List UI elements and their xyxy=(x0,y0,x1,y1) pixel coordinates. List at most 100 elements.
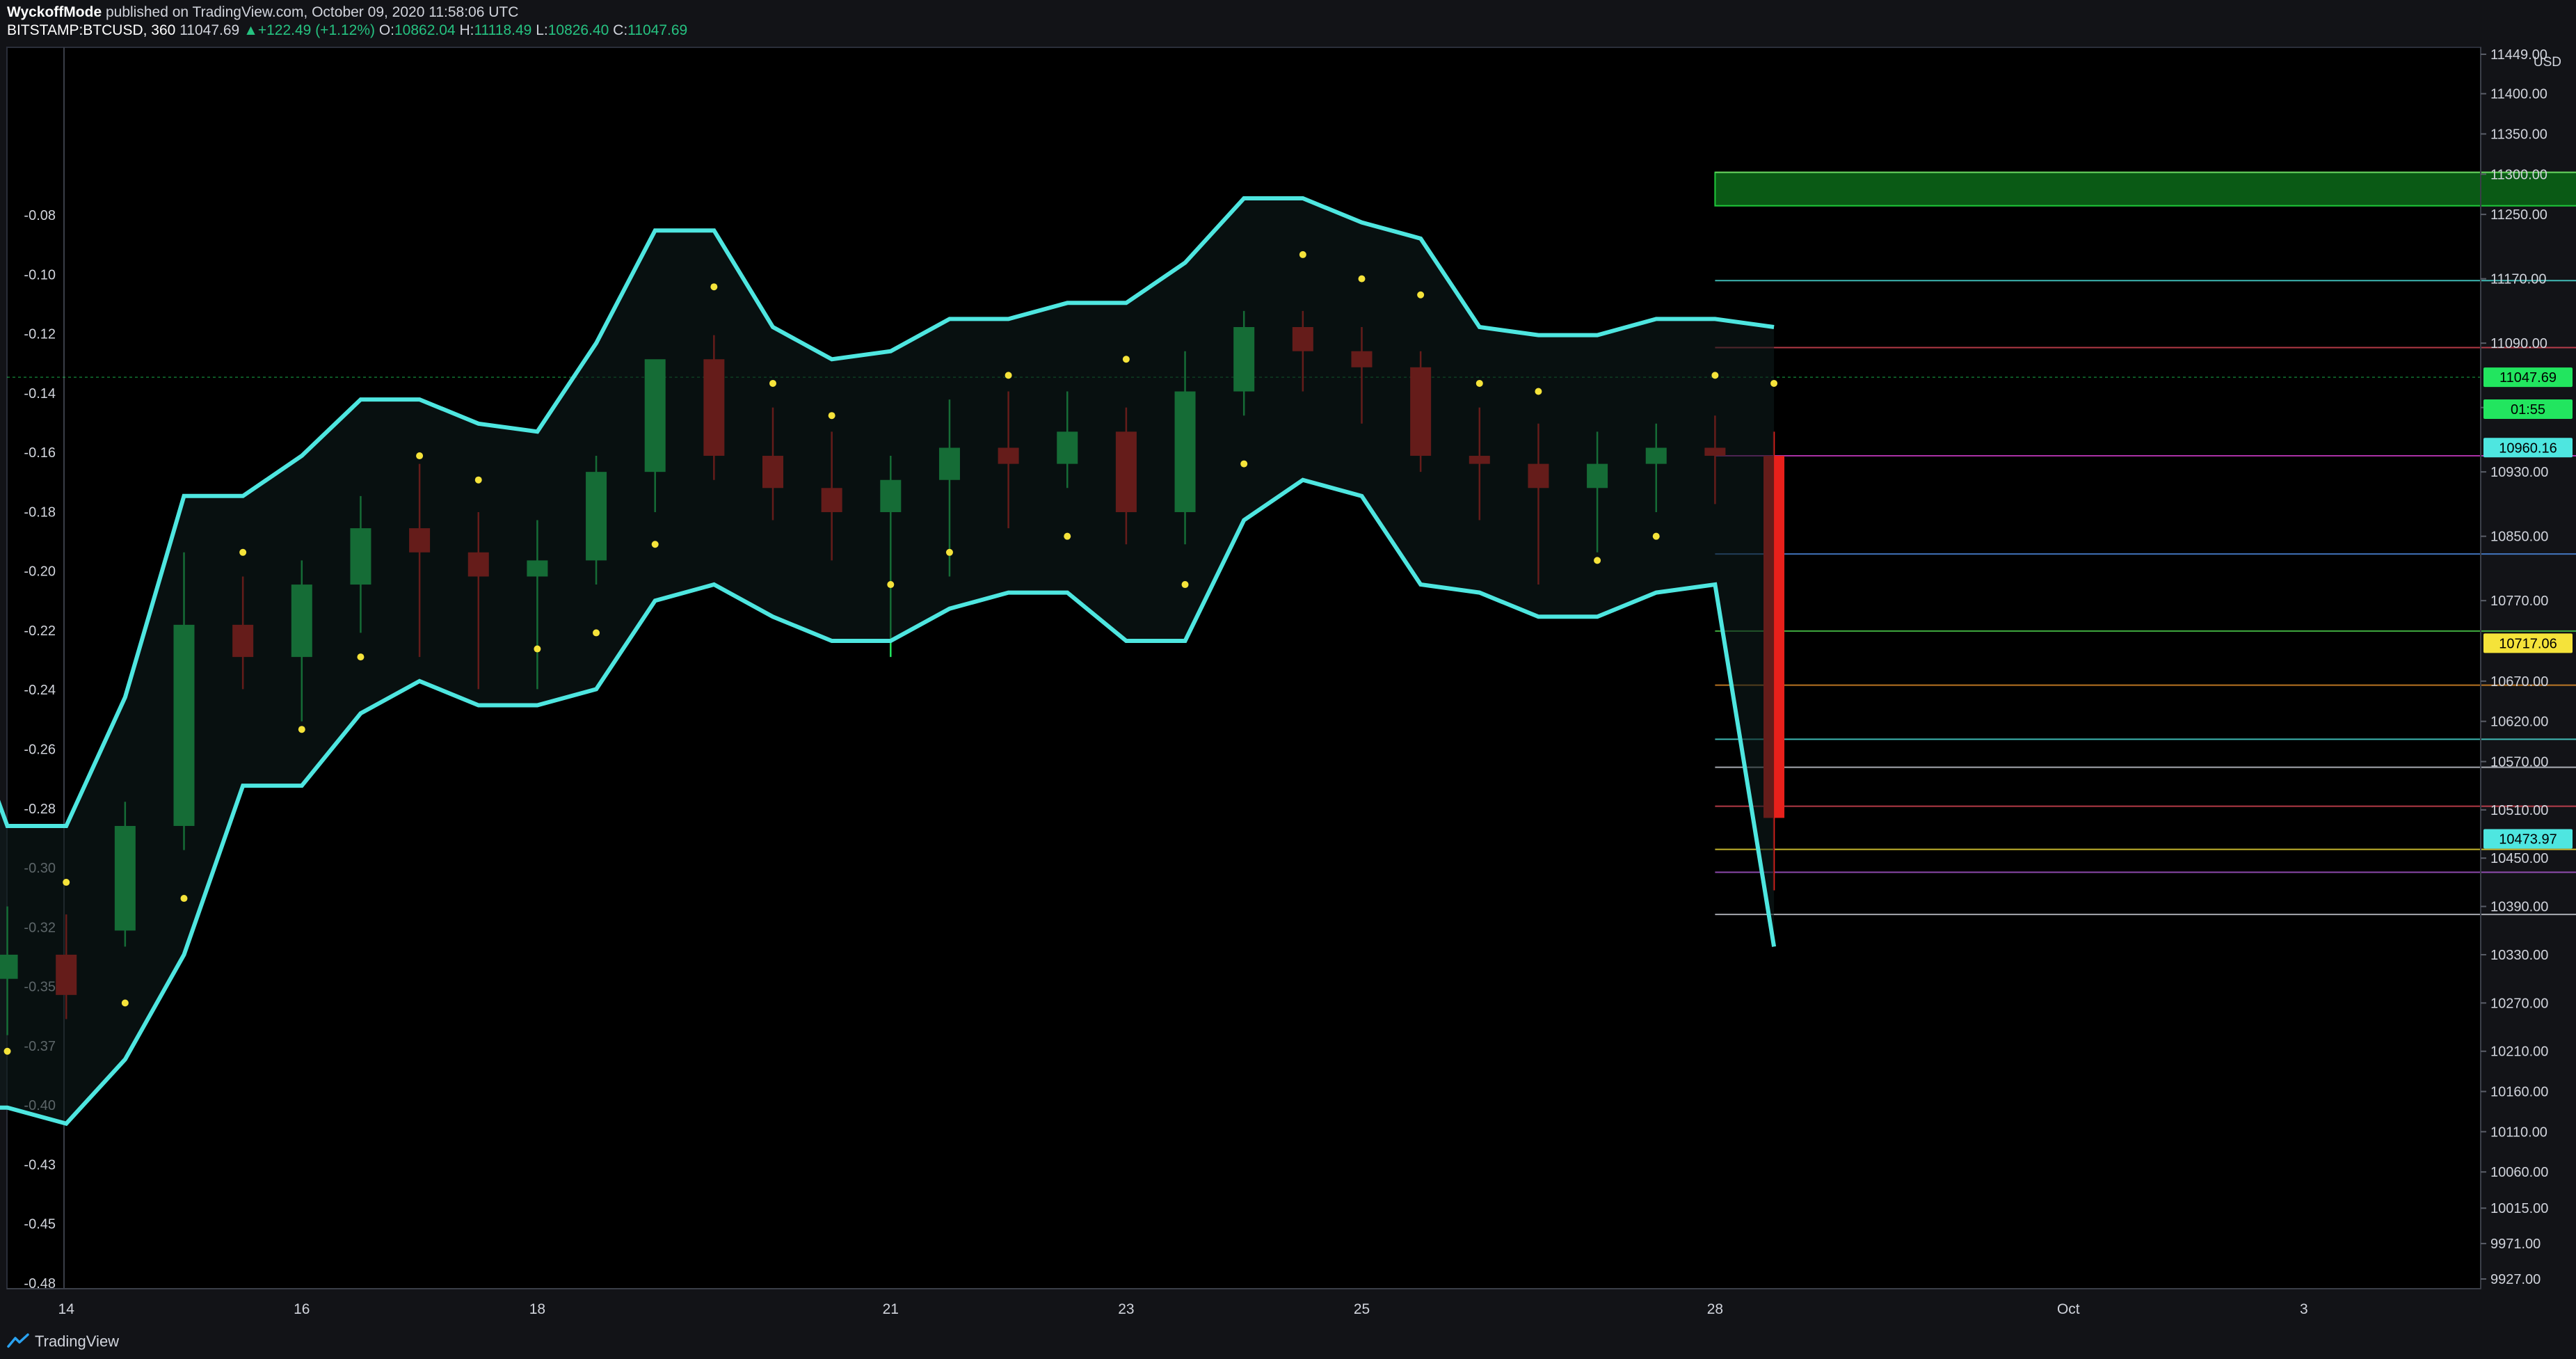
price-axis-badge-label: 01:55 xyxy=(2511,402,2545,418)
sar-dot xyxy=(651,541,659,548)
sar-dot xyxy=(1475,379,1483,387)
oscillator-tick-label: -0.28 xyxy=(24,802,56,817)
high-value: 11118.49 xyxy=(474,22,532,38)
price-tick-label: 10850.00 xyxy=(2490,530,2548,545)
sar-dot xyxy=(1358,275,1366,283)
time-tick-label: 28 xyxy=(1707,1301,1723,1317)
tradingview-logo-icon[interactable] xyxy=(7,1333,31,1349)
price-axis-badge-label: 10960.16 xyxy=(2499,440,2557,456)
sar-dot xyxy=(3,1047,11,1055)
price-tick-label: 10110.00 xyxy=(2490,1124,2547,1140)
sar-dot xyxy=(416,452,424,460)
low-value: 10826.40 xyxy=(547,22,609,38)
chart-footer: TradingView xyxy=(0,1324,2576,1359)
author-name[interactable]: WyckoffMode xyxy=(7,4,102,20)
sar-dot xyxy=(534,645,541,653)
price-tick-label: 10210.00 xyxy=(2490,1044,2548,1060)
time-tick-label: 25 xyxy=(1354,1301,1370,1317)
sar-dot xyxy=(121,999,129,1007)
oscillator-tick-label: -0.08 xyxy=(24,208,56,223)
sar-dot xyxy=(474,476,482,484)
oscillator-tick-label: -0.12 xyxy=(24,327,56,342)
published-text: published on TradingView.com, October 09… xyxy=(105,4,519,20)
chart-header: WyckoffMode published on TradingView.com… xyxy=(0,0,2576,45)
price-tick-label: 10570.00 xyxy=(2490,754,2548,770)
time-tick-label: 14 xyxy=(58,1301,75,1317)
sar-dot xyxy=(945,548,953,556)
close-value: 11047.69 xyxy=(627,22,688,38)
sar-dot xyxy=(1417,291,1425,299)
change-arrow-icon: ▲ xyxy=(243,22,258,38)
time-tick-label: 16 xyxy=(294,1301,310,1317)
sar-dot xyxy=(1711,372,1719,379)
price-axis-badge-label: 10717.06 xyxy=(2499,636,2557,651)
open-label: O: xyxy=(378,22,394,38)
oscillator-tick-label: -0.18 xyxy=(24,504,56,520)
price-tick-label: 10015.00 xyxy=(2490,1201,2548,1216)
oscillator-tick-label: -0.24 xyxy=(24,683,56,698)
sar-dot xyxy=(593,629,600,637)
price-tick-label: 11300.00 xyxy=(2490,167,2547,182)
sar-dot xyxy=(887,581,895,589)
ohlc-legend: BITSTAMP:BTCUSD, 360 11047.69 ▲+122.49 (… xyxy=(7,22,687,39)
price-tick-label: 10160.00 xyxy=(2490,1085,2548,1100)
time-tick-label: Oct xyxy=(2057,1301,2080,1317)
oscillator-tick-label: -0.43 xyxy=(24,1157,56,1173)
sar-dot xyxy=(1535,388,1542,395)
sar-dot xyxy=(357,653,365,661)
close-label: C: xyxy=(613,22,628,38)
price-tick-label: 10060.00 xyxy=(2490,1165,2548,1180)
sar-dot xyxy=(180,895,188,903)
price-axis-badge-label: 11047.69 xyxy=(2499,370,2557,386)
open-value: 10862.04 xyxy=(394,22,456,38)
tradingview-brand[interactable]: TradingView xyxy=(35,1333,119,1351)
price-tick-label: 10450.00 xyxy=(2490,851,2548,866)
symbol-label[interactable]: BITSTAMP:BTCUSD, 360 xyxy=(7,22,175,38)
sar-dot xyxy=(710,283,718,291)
price-tick-label: 11090.00 xyxy=(2490,336,2547,351)
sar-dot xyxy=(1299,251,1306,258)
currency-label: USD xyxy=(2534,55,2561,70)
price-tick-label: 11250.00 xyxy=(2490,207,2547,223)
oscillator-tick-label: -0.26 xyxy=(24,742,56,758)
last-price: 11047.69 xyxy=(179,22,240,38)
sar-dot xyxy=(1770,379,1778,387)
price-tick-label: 11170.00 xyxy=(2490,272,2546,287)
price-tick-label: 10510.00 xyxy=(2490,803,2548,818)
price-tick-label: 10670.00 xyxy=(2490,674,2548,690)
sar-dot xyxy=(1005,372,1012,379)
price-tick-label: 10270.00 xyxy=(2490,996,2548,1011)
time-tick-label: 21 xyxy=(883,1301,899,1317)
price-tick-label: 9927.00 xyxy=(2490,1272,2541,1287)
sar-dot xyxy=(298,726,305,733)
sar-dot xyxy=(828,412,835,420)
oscillator-tick-label: -0.14 xyxy=(24,386,56,402)
time-tick-label: 18 xyxy=(529,1301,545,1317)
price-tick-label: 9971.00 xyxy=(2490,1237,2541,1252)
oscillator-tick-label: -0.16 xyxy=(24,445,56,461)
sar-dot xyxy=(1122,356,1130,363)
high-label: H: xyxy=(459,22,474,38)
sar-dot xyxy=(1652,532,1660,540)
time-tick-label: 3 xyxy=(2300,1301,2308,1317)
price-change: +122.49 (+1.12%) xyxy=(257,22,375,38)
oscillator-tick-label: -0.22 xyxy=(24,623,56,639)
oscillator-tick-label: -0.10 xyxy=(24,267,56,283)
oscillator-tick-label: -0.20 xyxy=(24,564,56,580)
low-label: L: xyxy=(536,22,548,38)
sar-dot xyxy=(1064,532,1071,540)
price-tick-label: 10390.00 xyxy=(2490,900,2548,915)
price-chart[interactable]: -0.08 -0.10 -0.12 -0.14 -0.16 -0.18 -0.20 -0.22… xyxy=(0,45,2576,1324)
price-tick-label: 10330.00 xyxy=(2490,948,2548,963)
sar-dot xyxy=(239,548,247,556)
publish-info: WyckoffMode published on TradingView.com… xyxy=(7,4,518,21)
time-tick-label: 23 xyxy=(1118,1301,1134,1317)
sar-dot xyxy=(1240,460,1248,468)
oscillator-tick-label: -0.45 xyxy=(24,1217,56,1232)
sar-dot xyxy=(1181,581,1189,589)
target-zone xyxy=(1714,171,2576,207)
price-tick-label: 10620.00 xyxy=(2490,715,2548,730)
price-axis-badge-label: 10473.97 xyxy=(2499,832,2557,847)
sar-dot xyxy=(1594,557,1601,564)
sar-dot xyxy=(769,379,776,387)
